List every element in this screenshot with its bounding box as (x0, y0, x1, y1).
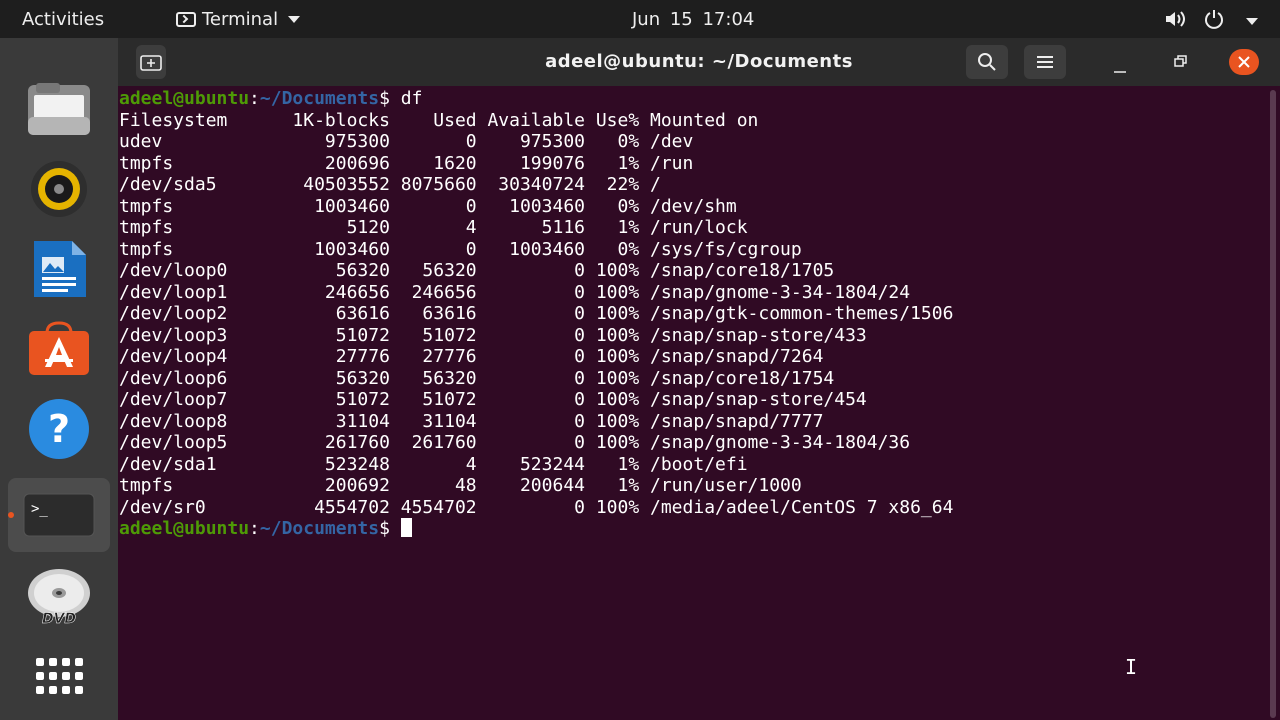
output-row: /dev/loop8 31104 31104 0 100% /snap/snap… (119, 410, 824, 432)
prompt-separator: : (249, 518, 260, 539)
prompt-user: adeel@ubuntu (119, 518, 250, 539)
close-icon (1238, 56, 1250, 68)
dock-dvd[interactable]: DVD (24, 562, 94, 632)
command-line: adeel@ubuntu:~/Documents$ df (119, 88, 1269, 110)
app-grid-icon (36, 658, 83, 694)
terminal-window: adeel@ubuntu: ~/Documents adeel@ubuntu:~… (118, 38, 1280, 720)
output-row: /dev/sr0 4554702 4554702 0 100% /media/a… (119, 496, 954, 518)
dock-rhythmbox[interactable] (24, 154, 94, 224)
power-icon[interactable] (1204, 9, 1224, 34)
search-button[interactable] (966, 45, 1008, 79)
output-row: tmpfs 200692 48 200644 1% /run/user/1000 (119, 475, 802, 496)
dvd-icon: DVD (28, 569, 90, 627)
dock-show-applications[interactable] (24, 642, 94, 712)
terminal-output[interactable]: adeel@ubuntu:~/Documents$ df Filesystem 1… (118, 86, 1269, 720)
command-text: df (400, 88, 423, 109)
prompt-symbol: $ (379, 518, 401, 539)
output-row: /dev/loop1 246656 246656 0 100% /snap/gn… (119, 281, 911, 303)
svg-text:?: ? (48, 407, 70, 451)
software-icon (29, 321, 89, 375)
clock[interactable]: Jun 15 17:04 (632, 9, 754, 30)
app-menu-label: Terminal (202, 9, 279, 30)
prompt-path: ~/Documents (259, 88, 380, 109)
prompt-symbol: $ (379, 88, 401, 109)
chevron-down-icon (288, 16, 301, 23)
dock-files[interactable] (24, 74, 94, 144)
dock-terminal[interactable]: >_ (8, 478, 110, 552)
output-row: /dev/sda1 523248 4 523244 1% /boot/efi (119, 453, 748, 475)
app-menu[interactable]: Terminal (176, 9, 301, 30)
minimize-button[interactable] (1108, 58, 1132, 82)
output-row: /dev/loop3 51072 51072 0 100% /snap/snap… (119, 324, 867, 346)
top-bar: Activities Terminal Jun 15 17:04 (0, 0, 1280, 38)
dock-help[interactable]: ? (24, 394, 94, 464)
menu-button[interactable] (1024, 45, 1066, 79)
prompt-separator: : (249, 88, 260, 109)
running-indicator (8, 512, 14, 518)
output-row: /dev/loop6 56320 56320 0 100% /snap/core… (119, 367, 835, 389)
title-bar[interactable]: adeel@ubuntu: ~/Documents (118, 38, 1280, 86)
search-icon (978, 53, 996, 71)
output-row: tmpfs 1003460 0 1003460 0% /sys/fs/cgrou… (119, 238, 802, 260)
prompt-path: ~/Documents (259, 518, 380, 539)
help-icon: ? (29, 399, 89, 459)
output-header: Filesystem 1K-blocks Used Available Use%… (119, 109, 759, 131)
system-menu-chevron-icon[interactable] (1246, 18, 1258, 25)
ibeam-cursor-icon: I (1125, 655, 1138, 679)
output-row: /dev/loop7 51072 51072 0 100% /snap/snap… (119, 389, 867, 410)
speaker-icon (31, 161, 87, 217)
output-row: tmpfs 5120 4 5116 1% /run/lock (119, 217, 748, 238)
dock-libreoffice-writer[interactable] (24, 234, 94, 304)
system-tray[interactable] (1164, 9, 1258, 34)
volume-icon[interactable] (1164, 10, 1186, 33)
svg-text:>_: >_ (31, 501, 48, 517)
scrollbar[interactable] (1270, 90, 1276, 718)
dock: ? >_ DVD (0, 38, 118, 720)
restore-button[interactable] (1168, 50, 1192, 74)
terminal-icon: >_ (23, 493, 95, 537)
output-row: /dev/sda5 40503552 8075660 30340724 22% … (119, 174, 661, 195)
writer-icon (34, 241, 86, 297)
svg-text:DVD: DVD (42, 611, 76, 627)
output-row: /dev/loop5 261760 261760 0 100% /snap/gn… (119, 432, 911, 453)
output-row: /dev/loop2 63616 63616 0 100% /snap/gtk-… (119, 303, 954, 324)
output-row: /dev/loop4 27776 27776 0 100% /snap/snap… (119, 346, 824, 367)
output-row: udev 975300 0 975300 0% /dev (119, 131, 694, 152)
output-row: tmpfs 200696 1620 199076 1% /run (119, 152, 694, 174)
minimize-icon (1114, 71, 1126, 73)
files-icon (28, 83, 90, 135)
terminal-icon (176, 12, 196, 27)
output-row: /dev/loop0 56320 56320 0 100% /snap/core… (119, 260, 835, 281)
dock-ubuntu-software[interactable] (24, 314, 94, 384)
current-prompt-line: adeel@ubuntu:~/Documents$ (119, 518, 1269, 540)
output-rows: udev 975300 0 975300 0% /dev tmpfs 200696… (119, 131, 1269, 518)
prompt-user: adeel@ubuntu (119, 88, 250, 109)
hamburger-icon (1037, 56, 1053, 68)
restore-icon (1174, 55, 1187, 67)
text-cursor (400, 518, 412, 537)
output-row: tmpfs 1003460 0 1003460 0% /dev/shm (119, 195, 737, 217)
close-button[interactable] (1229, 49, 1259, 75)
activities-button[interactable]: Activities (22, 9, 104, 30)
window-title: adeel@ubuntu: ~/Documents (545, 51, 853, 72)
